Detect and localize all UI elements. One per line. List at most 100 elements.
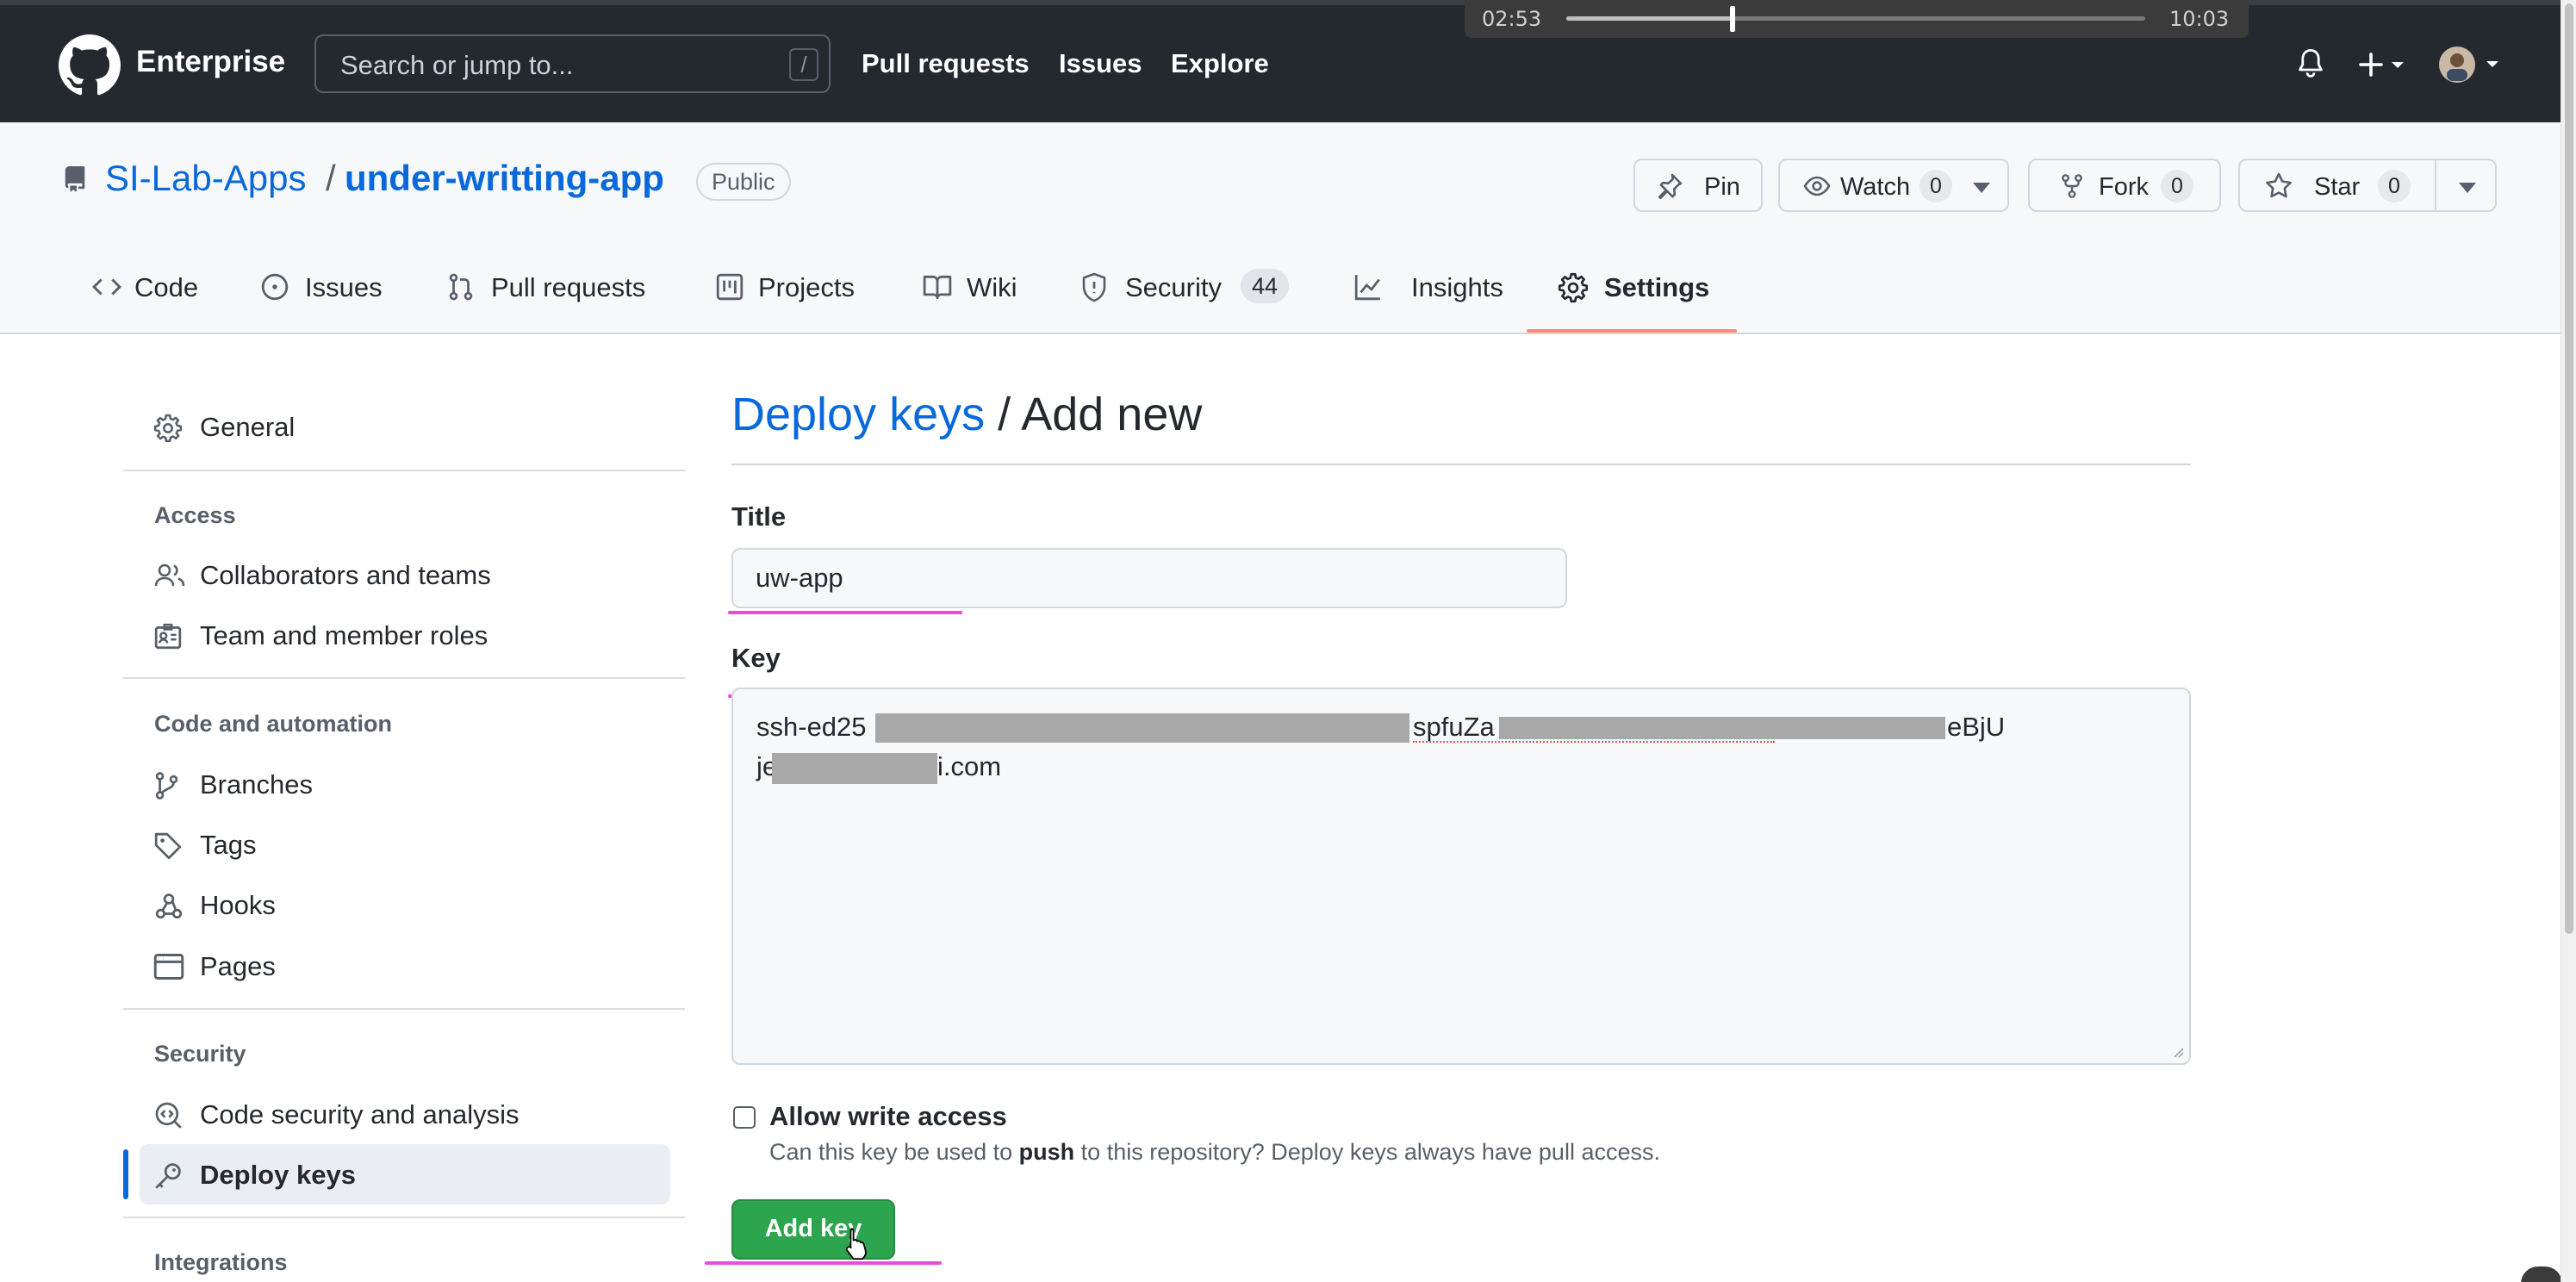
redacted-block [875, 713, 1409, 743]
sidebar-item-label: Tags [200, 830, 257, 860]
sidebar-item-pages[interactable]: Pages [140, 936, 670, 996]
note-text: Can this key be used to [769, 1139, 1019, 1165]
tab-code-label: Code [134, 272, 199, 302]
pin-button[interactable]: Pin [1633, 159, 1763, 212]
repo-path-separator: / [326, 158, 336, 198]
redacted-block [772, 753, 937, 784]
branch-icon [155, 772, 178, 800]
sidebar-item-collaborators[interactable]: Collaborators and teams [140, 545, 670, 605]
sidebar-item-label: Hooks [200, 890, 276, 920]
screen-expand-icon[interactable] [2521, 1266, 2562, 1282]
allow-write-access-checkbox[interactable] [733, 1106, 756, 1129]
sidebar-item-label: General [200, 412, 296, 442]
allow-write-access-label[interactable]: Allow write access [769, 1101, 1007, 1132]
sidebar-heading-integrations: Integrations [154, 1249, 288, 1275]
brand-name[interactable]: Enterprise [136, 45, 285, 79]
watch-button[interactable]: Watch 0 [1778, 159, 2009, 212]
people-icon [154, 563, 185, 587]
codescan-icon [155, 1102, 182, 1129]
gear-icon [153, 414, 183, 443]
sidebar-item-label: Pages [200, 951, 276, 981]
issue-icon [261, 273, 289, 301]
tab-pull-requests-label: Pull requests [491, 272, 646, 302]
scrollbar-thumb[interactable] [2565, 3, 2573, 934]
tab-insights-label: Insights [1411, 272, 1503, 302]
chevron-down-icon[interactable] [1973, 183, 1990, 193]
sidebar-divider [123, 1008, 685, 1010]
star-lists-chevron-icon[interactable] [2459, 183, 2476, 193]
title-input[interactable] [731, 548, 1567, 608]
annotation-underline [728, 611, 962, 614]
sidebar-item-team-roles[interactable]: Team and member roles [140, 605, 670, 665]
pin-icon [1658, 173, 1683, 200]
visibility-badge: Public [696, 163, 791, 201]
github-logo-icon[interactable] [59, 34, 121, 96]
repository-header: SI-Lab-Apps / under-writting-app Public … [0, 122, 2576, 334]
redacted-block [1499, 717, 1945, 739]
sidebar-item-label: Collaborators and teams [200, 560, 491, 590]
title-label: Title [731, 501, 787, 532]
eye-icon [1803, 176, 1831, 196]
create-new-plus-icon[interactable] [2359, 52, 2407, 78]
security-alert-count: 44 [1241, 269, 1290, 303]
watch-label: Watch [1840, 173, 1911, 201]
video-seek-track[interactable] [1566, 6, 2145, 32]
sidebar-heading-code-automation: Code and automation [154, 711, 392, 737]
page-scrollbar[interactable] [2560, 0, 2576, 1282]
fork-button[interactable]: Fork 0 [2028, 159, 2221, 212]
breadcrumb: Deploy keys / Add new [731, 388, 1202, 441]
bell-icon[interactable] [2297, 48, 2324, 79]
sidebar-heading-access: Access [154, 502, 236, 528]
gear-icon [1558, 272, 1589, 303]
sidebar-item-tags[interactable]: Tags [140, 814, 670, 874]
repo-owner-link[interactable]: SI-Lab-Apps [105, 158, 306, 199]
fork-count: 0 [2161, 170, 2193, 202]
sidebar-item-hooks[interactable]: Hooks [140, 874, 670, 935]
topnav-issues[interactable]: Issues [1059, 48, 1142, 79]
book-icon [923, 275, 952, 300]
sidebar-divider [123, 677, 685, 679]
key-fragment: eBjU [1947, 712, 2006, 742]
breadcrumb-deploy-keys-link[interactable]: Deploy keys [731, 389, 985, 440]
sidebar-item-branches[interactable]: Branches [140, 754, 670, 814]
video-seek-handle[interactable] [1729, 6, 1735, 32]
sidebar-divider [123, 470, 685, 471]
shield-icon [1082, 272, 1106, 302]
star-button[interactable]: Star 0 [2238, 159, 2497, 212]
breadcrumb-separator: / [998, 389, 1011, 440]
id-badge-icon [154, 623, 182, 650]
pin-label: Pin [1704, 173, 1740, 201]
search-placeholder: Search or jump to... [340, 50, 574, 80]
fork-label: Fork [2099, 173, 2149, 201]
search-input[interactable]: Search or jump to... / [314, 34, 831, 93]
tab-issues-label: Issues [305, 272, 383, 302]
star-count: 0 [2378, 170, 2411, 202]
add-key-button[interactable]: Add key [731, 1199, 895, 1260]
avatar[interactable] [2438, 46, 2500, 84]
webhook-icon [155, 893, 183, 919]
graph-icon [1354, 275, 1380, 301]
video-elapsed: 02:53 [1482, 7, 1542, 31]
annotation-underline [705, 1261, 942, 1265]
note-text: to this repository? Deploy keys always h… [1074, 1139, 1660, 1165]
sidebar-item-code-security[interactable]: Code security and analysis [140, 1084, 670, 1144]
pull-request-icon [449, 273, 473, 301]
key-fragment: ssh-ed25 [756, 712, 867, 742]
sidebar-item-deploy-keys[interactable]: Deploy keys [140, 1144, 670, 1204]
topnav-explore[interactable]: Explore [1171, 48, 1269, 79]
topnav-pull-requests[interactable]: Pull requests [862, 48, 1030, 79]
code-icon [92, 278, 121, 296]
tab-wiki-label: Wiki [967, 272, 1017, 302]
sidebar-active-indicator [123, 1149, 128, 1199]
resize-handle-icon[interactable] [2170, 1044, 2184, 1058]
sidebar-item-label: Code security and analysis [200, 1099, 520, 1130]
key-textarea[interactable]: ssh-ed25 spfuZa eBjU je i.com [731, 688, 2191, 1065]
star-dropdown-divider [2435, 160, 2436, 210]
star-icon [2266, 172, 2292, 198]
page-title: Add new [1021, 389, 1203, 440]
browser-icon [153, 954, 184, 980]
sidebar-item-general[interactable]: General [140, 396, 670, 457]
note-emphasis: push [1018, 1139, 1075, 1165]
repo-name-link[interactable]: under-writting-app [345, 158, 664, 199]
key-icon [155, 1163, 181, 1189]
